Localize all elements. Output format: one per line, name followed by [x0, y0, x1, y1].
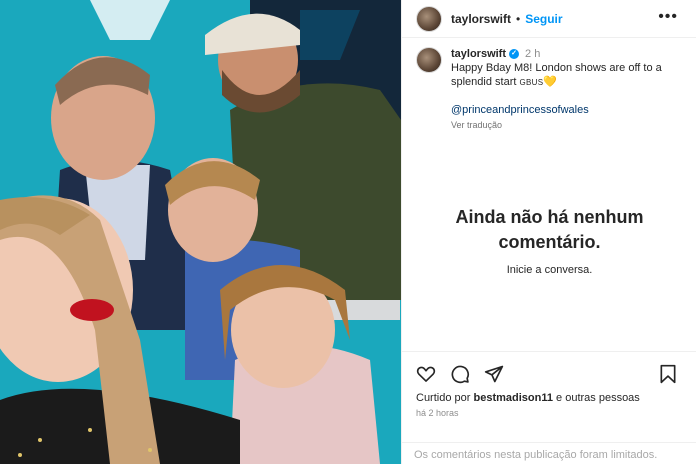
liked-by-text: Curtido por bestmadison11 e outras pesso…	[416, 392, 640, 404]
action-icons	[416, 364, 504, 384]
more-options-icon[interactable]: •••	[658, 8, 678, 26]
heart-icon[interactable]	[416, 364, 436, 384]
separator-dot: •	[516, 11, 521, 26]
post-side-panel: taylorswift • Seguir ••• taylorswift ✓ 2…	[401, 0, 696, 464]
avatar[interactable]	[416, 5, 442, 32]
yellow-heart-emoji: 💛	[543, 76, 558, 88]
post-caption: taylorswift ✓ 2 h Happy Bday M8! London …	[402, 38, 696, 132]
post-photo	[0, 0, 401, 464]
comment-icon[interactable]	[450, 364, 470, 384]
verified-badge-icon: ✓	[509, 49, 520, 59]
share-icon[interactable]	[484, 364, 504, 384]
caption-username[interactable]: taylorswift	[451, 47, 506, 61]
caption-header: taylorswift ✓ 2 h	[451, 47, 686, 61]
liked-prefix: Curtido por	[416, 392, 471, 404]
start-conversation-text: Inicie a conversa.	[506, 264, 593, 276]
caption-body: taylorswift ✓ 2 h Happy Bday M8! London …	[451, 47, 686, 132]
post-time[interactable]: 2 h	[525, 47, 540, 61]
header-username[interactable]: taylorswift	[451, 12, 511, 26]
follow-button[interactable]: Seguir	[525, 12, 562, 26]
bookmark-icon[interactable]	[659, 364, 677, 384]
caption-tag: GBUS	[519, 78, 544, 87]
no-comments-title: Ainda não há nenhum comentário.	[455, 207, 644, 252]
liked-user-link[interactable]: bestmadison11	[473, 392, 552, 404]
post-header: taylorswift • Seguir •••	[402, 0, 696, 38]
see-translation-link[interactable]: Ver tradução	[451, 118, 686, 132]
post-actions: Curtido por bestmadison11 e outras pesso…	[402, 351, 696, 464]
caption-mention-link[interactable]: @princeandprincessofwales	[451, 103, 686, 117]
no-comments-section: Ainda não há nenhum comentário. Inicie a…	[402, 205, 696, 276]
selfie-photo-illustration	[0, 0, 401, 464]
comments-limited-notice: Os comentários nesta publicação foram li…	[402, 442, 696, 464]
liked-suffix: e outras pessoas	[556, 392, 640, 404]
caption-text: Happy Bday M8! London shows are off to a…	[451, 61, 686, 90]
caption-avatar[interactable]	[416, 47, 442, 73]
post-age: há 2 horas	[416, 408, 459, 418]
